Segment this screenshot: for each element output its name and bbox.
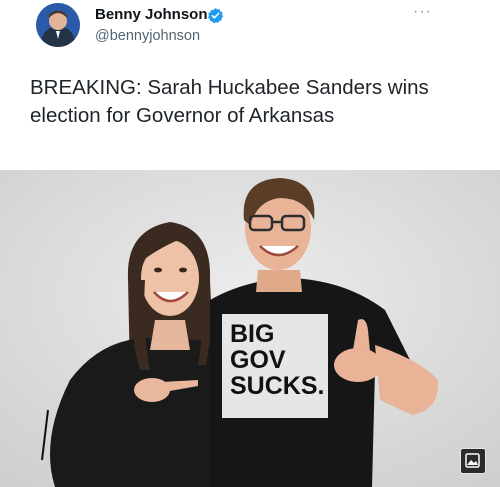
shirt-text-line-1: BIG	[230, 320, 274, 348]
tweet-header: Benny Johnson @bennyjohnson ···	[0, 0, 500, 60]
shirt-text-line-2: GOV	[230, 346, 286, 374]
avatar[interactable]	[36, 3, 80, 47]
author-name[interactable]: Benny Johnson	[95, 6, 208, 23]
tweet-photo[interactable]: BIG GOV SUCKS.	[0, 170, 500, 487]
verified-badge-icon	[207, 7, 224, 24]
image-icon[interactable]	[460, 448, 486, 474]
photo-illustration: BIG GOV SUCKS.	[0, 170, 500, 487]
shirt-text-line-3: SUCKS.	[230, 372, 324, 400]
tweet-text: BREAKING: Sarah Huckabee Sanders wins el…	[30, 76, 429, 127]
author-handle[interactable]: @bennyjohnson	[95, 28, 200, 44]
avatar-image	[36, 3, 80, 47]
more-options-icon[interactable]: ···	[413, 4, 432, 20]
